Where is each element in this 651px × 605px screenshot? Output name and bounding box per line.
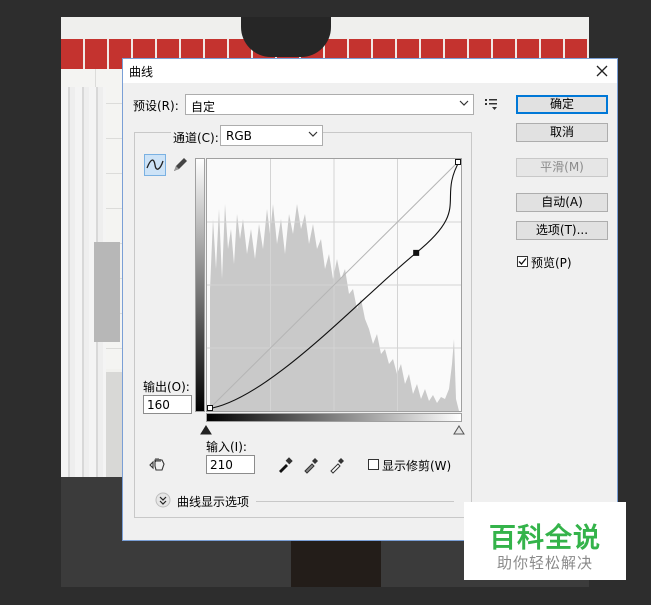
white-eyedropper-icon[interactable]: [328, 456, 346, 477]
input-field[interactable]: 210: [206, 455, 255, 474]
auto-button[interactable]: 自动(A): [516, 193, 608, 212]
smooth-button[interactable]: 平滑(M): [516, 158, 608, 177]
preset-label: 预设(R):: [133, 99, 179, 113]
watermark: 百科全说 助你轻松解决: [464, 502, 626, 580]
output-field[interactable]: 160: [143, 395, 192, 414]
divider: [256, 501, 454, 502]
options-button[interactable]: 选项(T)...: [516, 221, 608, 240]
show-clipping-checkbox[interactable]: [368, 459, 379, 470]
preset-menu-icon[interactable]: [483, 96, 499, 115]
curves-dialog: 曲线 预设(R): 自定 确定 取消 平滑(M) 自动(A) 选项(T)... …: [122, 58, 618, 541]
channel-value: RGB: [226, 129, 252, 143]
chevron-down-icon: [308, 129, 318, 142]
channel-label: 通道(C):: [171, 129, 221, 146]
curve-graph[interactable]: [206, 158, 462, 412]
close-icon[interactable]: [591, 60, 613, 82]
curve-control-point[interactable]: [413, 249, 420, 256]
watermark-main: 百科全说: [489, 523, 601, 554]
chevron-down-icon: [459, 98, 469, 111]
input-label: 输入(I):: [206, 440, 247, 454]
cancel-button[interactable]: 取消: [516, 123, 608, 142]
preset-select[interactable]: 自定: [185, 94, 474, 115]
preview-label: 预览(P): [531, 256, 572, 270]
preset-value: 自定: [191, 100, 216, 114]
curve-point-tool-icon[interactable]: [144, 154, 166, 176]
dialog-title: 曲线: [129, 65, 154, 79]
hand-adjust-icon[interactable]: [147, 456, 167, 477]
output-label: 输出(O):: [143, 380, 190, 394]
gray-eyedropper-icon[interactable]: [302, 456, 320, 477]
preview-checkbox[interactable]: [517, 256, 528, 267]
channel-select[interactable]: RGB: [220, 125, 323, 146]
black-point-slider[interactable]: [200, 424, 212, 438]
black-eyedropper-icon[interactable]: [276, 456, 294, 477]
watermark-sub: 助你轻松解决: [496, 554, 593, 572]
show-clipping-label: 显示修剪(W): [382, 459, 452, 473]
input-gradient-bar: [206, 413, 462, 422]
curve-endpoint-black[interactable]: [207, 405, 213, 411]
dialog-titlebar: 曲线: [123, 59, 617, 83]
expand-chevron-icon[interactable]: [155, 492, 171, 511]
curve-display-options-label: 曲线显示选项: [177, 495, 250, 509]
curve-endpoint-white[interactable]: [455, 159, 461, 165]
output-gradient-bar: [195, 158, 205, 412]
pencil-icon[interactable]: [169, 154, 191, 176]
ok-button[interactable]: 确定: [516, 95, 608, 114]
white-point-slider[interactable]: [453, 424, 465, 438]
